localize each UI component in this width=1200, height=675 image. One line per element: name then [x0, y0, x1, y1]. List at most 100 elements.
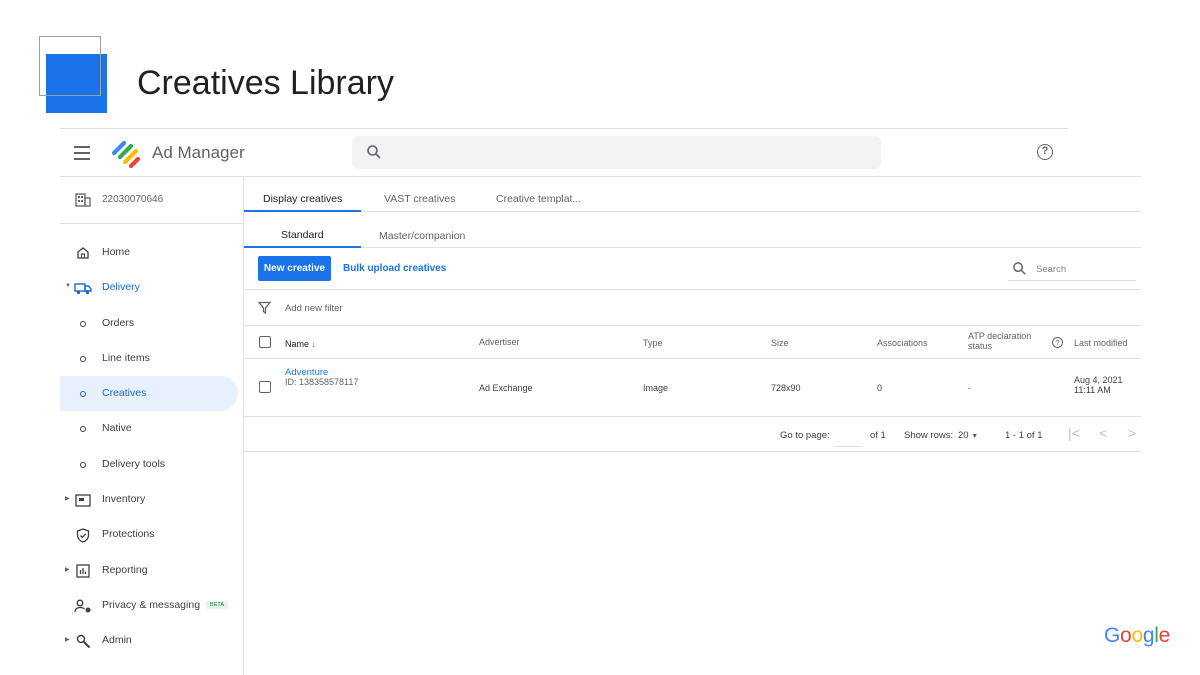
inventory-icon: [74, 491, 92, 509]
modified-time-cell: 11:11 AM: [1074, 385, 1111, 395]
add-filter-placeholder: Add new filter: [285, 303, 343, 314]
page-number-input[interactable]: [834, 427, 862, 447]
sidebar-item-admin[interactable]: ▶ Admin: [60, 623, 238, 658]
sidebar-item-label: Line items: [102, 352, 150, 364]
tab-master-companion[interactable]: Master/companion: [379, 230, 465, 242]
previous-page-icon[interactable]: <: [1099, 425, 1107, 441]
sidebar-nav: 22030070646 Home ▼ Delivery Orders Line …: [60, 177, 244, 675]
column-last-modified[interactable]: Last modified: [1074, 338, 1128, 348]
sidebar-item-reporting[interactable]: ▶ Reporting: [60, 553, 238, 588]
sidebar-item-label: Inventory: [102, 493, 146, 505]
column-atp-status[interactable]: ATP declaration status: [968, 331, 1040, 351]
sidebar-item-privacy-messaging[interactable]: Privacy & messaging BETA: [60, 588, 238, 623]
new-creative-button[interactable]: New creative: [258, 256, 331, 281]
app-name: Ad Manager: [152, 143, 245, 162]
sidebar-item-line-items[interactable]: Line items: [60, 341, 238, 376]
sidebar-item-native[interactable]: Native: [60, 411, 238, 446]
size-cell: 728x90: [771, 383, 801, 393]
table-search-input[interactable]: Search: [1008, 256, 1136, 281]
beta-badge: BETA: [206, 601, 229, 610]
select-all-checkbox[interactable]: [259, 336, 271, 348]
creative-subtabs: Standard Master/companion: [244, 212, 1141, 248]
caret-right-icon: ▶: [65, 567, 70, 573]
slide-logo-outline: [39, 36, 101, 96]
sidebar-item-label: Native: [102, 422, 132, 434]
sidebar-item-delivery[interactable]: ▼ Delivery: [60, 270, 238, 305]
person-lock-icon: [74, 597, 92, 615]
circle-icon: [74, 420, 92, 438]
results-range: 1 - 1 of 1: [1005, 430, 1043, 441]
slide-title: Creatives Library: [137, 64, 394, 102]
sidebar-item-label: Home: [102, 246, 131, 258]
building-icon: [75, 193, 91, 207]
help-icon[interactable]: ?: [1052, 337, 1063, 348]
circle-icon: [74, 385, 92, 403]
sidebar-item-inventory[interactable]: ▶ Inventory: [60, 482, 238, 517]
type-cell: Image: [643, 383, 669, 393]
tab-creative-templates[interactable]: Creative templat...: [496, 193, 581, 205]
header-divider: [60, 128, 1068, 129]
advertiser-cell: Ad Exchange: [479, 383, 533, 393]
next-page-icon[interactable]: >: [1128, 425, 1136, 441]
rows-per-page-select[interactable]: 20 ▼: [958, 430, 978, 441]
column-size[interactable]: Size: [771, 338, 789, 348]
google-logo-letter: G: [1104, 624, 1121, 647]
column-associations[interactable]: Associations: [877, 338, 928, 348]
sidebar-item-label: Reporting: [102, 564, 148, 576]
bar-chart-icon: [74, 562, 92, 580]
show-rows-label: Show rows:: [904, 430, 954, 441]
creative-id: ID: 138358578117: [285, 377, 359, 387]
google-logo-letter: o: [1131, 624, 1143, 647]
network-id: 22030070646: [102, 194, 164, 205]
network-selector[interactable]: 22030070646: [60, 177, 243, 224]
tab-standard[interactable]: Standard: [281, 229, 324, 241]
go-to-page-label: Go to page:: [780, 430, 830, 441]
bulk-upload-button[interactable]: Bulk upload creatives: [343, 263, 446, 274]
sidebar-item-orders[interactable]: Orders: [60, 306, 238, 341]
column-advertiser[interactable]: Advertiser: [479, 337, 520, 347]
global-search-bar[interactable]: [352, 136, 881, 169]
shield-icon: [74, 526, 92, 544]
search-icon: [1013, 262, 1026, 275]
tab-display-creatives[interactable]: Display creatives: [263, 193, 342, 205]
associations-cell: 0: [877, 383, 883, 393]
sidebar-item-creatives[interactable]: Creatives: [60, 376, 238, 411]
sidebar-item-label: Delivery: [102, 281, 140, 293]
main-content: Display creatives VAST creatives Creativ…: [244, 177, 1141, 675]
circle-icon: [74, 350, 92, 368]
google-logo-letter: g: [1142, 624, 1155, 647]
circle-icon: [74, 315, 92, 333]
home-icon: [74, 244, 92, 262]
arrow-down-icon: ↓: [311, 339, 317, 349]
sidebar-item-label: Admin: [102, 634, 132, 646]
sidebar-item-label: Creatives: [102, 387, 147, 399]
wrench-icon: [74, 632, 92, 650]
filter-bar[interactable]: Add new filter: [244, 290, 1141, 326]
row-checkbox[interactable]: [259, 381, 271, 393]
search-placeholder: Search: [1036, 264, 1067, 275]
creatives-toolbar: New creative Bulk upload creatives Searc…: [244, 248, 1141, 290]
sidebar-item-label: Orders: [102, 317, 135, 329]
sidebar-item-label: Protections: [102, 528, 155, 540]
dropdown-arrow-icon: ▼: [971, 433, 979, 440]
modified-date-cell: Aug 4, 2021: [1074, 375, 1123, 385]
column-name[interactable]: Name ↓: [285, 339, 316, 349]
hamburger-menu-icon[interactable]: [74, 146, 90, 160]
sidebar-item-delivery-tools[interactable]: Delivery tools: [60, 447, 238, 482]
ad-manager-logo-icon: [111, 140, 141, 169]
sidebar-item-label: Delivery tools: [102, 458, 166, 470]
search-icon: [367, 145, 381, 159]
pagination-bar: Go to page: of 1 Show rows: 20 ▼ 1 - 1 o…: [244, 417, 1141, 452]
table-row[interactable]: Adventure ID: 138358578117 Ad Exchange I…: [244, 359, 1141, 417]
column-type[interactable]: Type: [643, 338, 663, 348]
help-icon[interactable]: ?: [1037, 144, 1053, 160]
caret-right-icon: ▶: [65, 496, 70, 502]
sidebar-item-protections[interactable]: Protections: [60, 517, 238, 552]
page-count: of 1: [870, 430, 886, 441]
tab-vast-creatives[interactable]: VAST creatives: [384, 193, 455, 205]
truck-icon: [74, 279, 92, 297]
sidebar-item-label: Privacy & messaging BETA: [102, 599, 229, 611]
creative-type-tabs: Display creatives VAST creatives Creativ…: [244, 177, 1141, 212]
sidebar-item-home[interactable]: Home: [60, 235, 238, 270]
first-page-icon[interactable]: |<: [1068, 425, 1080, 441]
